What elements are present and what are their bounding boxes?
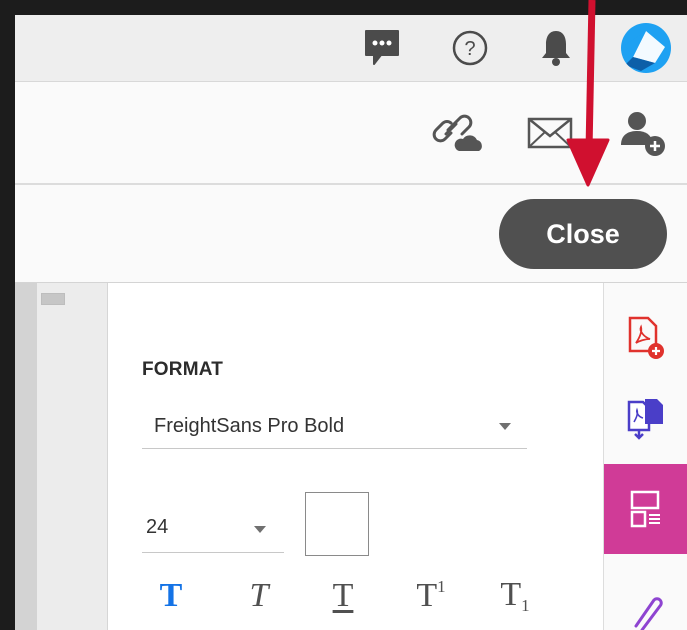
format-panel: FORMAT FreightSans Pro Bold 24 T T T T1 … — [108, 283, 603, 630]
share-toolbar — [15, 82, 687, 185]
font-color-swatch[interactable] — [305, 492, 369, 556]
scrollbar-thumb[interactable] — [41, 293, 65, 305]
export-pdf-icon[interactable] — [604, 383, 687, 455]
top-toolbar: ? — [15, 15, 687, 82]
bell-icon[interactable] — [533, 25, 579, 71]
comment-icon[interactable] — [604, 583, 687, 630]
font-family-dropdown[interactable]: FreightSans Pro Bold — [142, 404, 527, 449]
tools-sidebar — [603, 283, 687, 630]
superscript-mark: 1 — [437, 577, 446, 596]
help-icon[interactable]: ? — [447, 25, 493, 71]
add-person-icon[interactable] — [615, 108, 671, 158]
superscript-icon: T1 — [416, 577, 445, 615]
subscript-mark: 1 — [521, 596, 530, 615]
format-heading: FORMAT — [142, 359, 224, 380]
superscript-button[interactable]: T1 — [404, 573, 458, 619]
subscript-button[interactable]: T1 — [488, 573, 542, 619]
subscript-icon: T1 — [500, 576, 529, 616]
bold-button[interactable]: T — [150, 573, 192, 619]
svg-text:?: ? — [464, 38, 475, 60]
edit-pdf-icon[interactable] — [604, 464, 687, 554]
superscript-glyph: T — [416, 577, 438, 614]
font-size-dropdown[interactable]: 24 — [142, 502, 284, 553]
italic-button[interactable]: T — [238, 573, 280, 619]
user-avatar[interactable] — [621, 23, 671, 73]
create-pdf-icon[interactable] — [604, 305, 687, 371]
italic-icon: T — [249, 577, 269, 614]
close-toolbar: Close — [15, 185, 687, 283]
link-cloud-icon[interactable] — [429, 108, 485, 158]
underline-button[interactable]: T — [320, 573, 366, 619]
chevron-down-icon — [499, 423, 511, 430]
chevron-down-icon — [254, 526, 266, 533]
chat-icon[interactable] — [359, 25, 405, 71]
app-window: ? Close FORMAT FreightSans Pro Bold 24 T… — [15, 15, 687, 630]
thumbnail-pane — [37, 283, 108, 630]
close-button[interactable]: Close — [499, 199, 667, 269]
email-icon[interactable] — [523, 108, 577, 158]
underline-icon: T — [332, 577, 354, 614]
font-family-value: FreightSans Pro Bold — [154, 414, 345, 437]
font-size-value: 24 — [146, 515, 169, 538]
bold-icon: T — [159, 577, 183, 614]
left-gutter — [15, 283, 37, 630]
subscript-glyph: T — [500, 576, 522, 613]
